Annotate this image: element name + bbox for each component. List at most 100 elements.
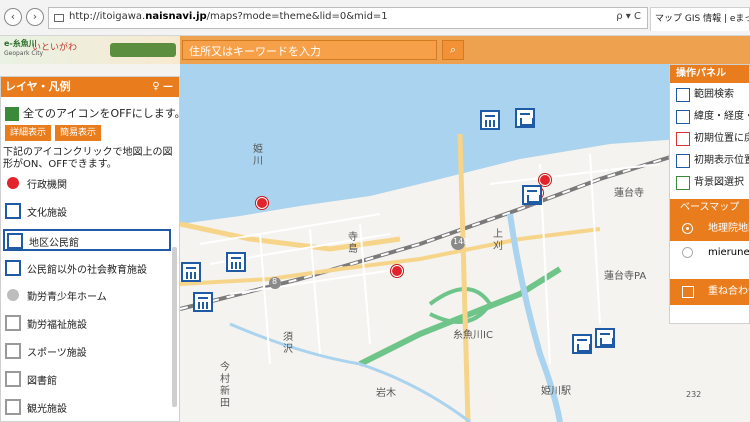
gray-dot-icon [7, 289, 19, 301]
map-marker-culture[interactable] [572, 334, 592, 354]
layer-item-welfare[interactable]: 勤労福祉施設 [3, 313, 171, 335]
operation-panel-title: 操作パネル [670, 65, 749, 83]
back-button[interactable]: ‹ [4, 8, 22, 26]
layer-label: 図書館 [27, 376, 57, 387]
layer-item-youth-home[interactable]: 勤労青少年ホーム [3, 285, 171, 307]
overlay-toggle[interactable]: 重ね合わせ [670, 279, 749, 305]
map-marker-culture[interactable] [522, 185, 542, 205]
all-off-label: 全てのアイコンをOFFにします。 [23, 107, 180, 120]
basemap-option-gsi[interactable]: 地理院地図 [670, 217, 749, 241]
layer-item-sports[interactable]: スポーツ施設 [3, 341, 171, 363]
return-home-button[interactable]: 初期位置に戻 [670, 129, 749, 149]
item-label: 初期表示位置 [694, 155, 750, 166]
map-label-himekawa-station: 姫川駅 [541, 386, 571, 397]
map-label-imamura-shinden: 今村新田 [220, 362, 230, 409]
background-select-button[interactable]: 背景図選択 [670, 173, 749, 193]
basemap-option-mierune[interactable]: mierune地 [670, 241, 749, 265]
browser-toolbar: ‹ › http://itoigawa.naisnavi.jp/maps?mod… [0, 0, 750, 36]
map-label-iwaki: 岩木 [376, 388, 396, 399]
welfare-icon [5, 315, 21, 331]
layer-item-hall[interactable]: 地区公民館 [3, 229, 171, 251]
map-label-route-148: 148 [453, 237, 469, 246]
map-marker-hall[interactable] [226, 252, 246, 272]
layer-label: 観光施設 [27, 404, 67, 415]
simple-view-button[interactable]: 簡易表示 [55, 125, 102, 141]
app-root: ‹ › http://itoigawa.naisnavi.jp/maps?mod… [0, 0, 750, 422]
legend-scrollbar[interactable] [172, 247, 177, 407]
item-label: 初期位置に戻 [694, 133, 750, 144]
map-marker-gov[interactable] [391, 265, 403, 277]
layer-label: 文化施設 [27, 208, 67, 219]
home-icon [676, 154, 690, 168]
map-marker-hall[interactable] [480, 110, 500, 130]
layer-panel-title-text: レイヤ・凡例 [5, 80, 71, 93]
train-illustration [110, 43, 176, 57]
address-url: http://itoigawa.naisnavi.jp/maps?mode=th… [69, 11, 388, 22]
search-icon [676, 88, 690, 102]
basemap-title: ベースマップ [670, 199, 749, 217]
site-logo[interactable]: e-糸魚川 Geopark City いといがわ [0, 36, 180, 64]
logo-title: いといがわ [32, 43, 78, 53]
sports-icon [5, 343, 21, 359]
overlay-label: 重ね合わせ [708, 286, 749, 297]
map-label-kamikari: 上刈 [493, 229, 503, 252]
layer-item-library[interactable]: 図書館 [3, 369, 171, 391]
layer-label: スポーツ施設 [27, 348, 87, 359]
landscape-icon [676, 176, 690, 190]
layer-label: 地区公民館 [29, 238, 79, 249]
layer-label: 勤労福祉施設 [27, 320, 87, 331]
search-placeholder: 住所又はキーワードを入力 [189, 45, 321, 58]
map-label-route-8: 8 [272, 277, 278, 286]
layer-item-education[interactable]: 公民館以外の社会教育施設 [3, 258, 171, 280]
latlng-button[interactable]: 緯度・経度・ [670, 107, 749, 127]
checkbox-icon [682, 286, 694, 298]
panel-controls[interactable]: ♀ — [152, 77, 173, 97]
map-icon [5, 107, 19, 121]
layer-item-sightseeing[interactable]: 観光施設 [3, 397, 171, 419]
layer-label: 公民館以外の社会教育施設 [27, 265, 147, 276]
search-input[interactable]: 住所又はキーワードを入力 [182, 40, 437, 60]
map-marker-culture[interactable] [595, 328, 615, 348]
page-icon [54, 14, 64, 22]
search-icon: ⌕ [449, 43, 457, 56]
browser-tab[interactable]: マップ GIS 情報 | eまっぷ [650, 7, 750, 31]
layer-item-culture[interactable]: 文化施設 [3, 201, 171, 223]
map-label-rendaiji-pa: 蓮台寺PA [604, 271, 647, 282]
item-label: 緯度・経度・ [694, 111, 750, 122]
map-marker-hall[interactable] [193, 292, 213, 312]
hall-icon [7, 233, 23, 249]
forward-button[interactable]: › [26, 8, 44, 26]
map-label-susawa: 須沢 [283, 332, 293, 355]
layer-description: 下記のアイコンクリックで地図上の図形がON、OFFできます。 [3, 147, 173, 170]
map-label-terashima: 寺島 [348, 232, 358, 255]
radio-icon [682, 247, 693, 258]
operation-panel: 操作パネル 範囲検索 緯度・経度・ 初期位置に戻 初期表示位置 背景図選択 ベー… [669, 64, 750, 324]
range-search-button[interactable]: 範囲検索 [670, 85, 749, 105]
map-label-rendaiji: 蓮台寺 [614, 188, 644, 199]
layer-legend-panel: レイヤ・凡例 ♀ — 全てのアイコンをOFFにします。 詳細表示 簡易表示 下記… [0, 76, 180, 422]
map-label-himekawa: 姫川 [253, 144, 263, 167]
building-icon [5, 260, 21, 276]
item-label: 背景図選択 [694, 177, 744, 188]
map-marker-gov[interactable] [256, 197, 268, 209]
home-icon [676, 132, 690, 146]
layer-panel-title: レイヤ・凡例 ♀ — [1, 77, 179, 97]
radio-icon [682, 223, 693, 234]
initial-position-button[interactable]: 初期表示位置 [670, 151, 749, 171]
address-bar[interactable]: http://itoigawa.naisnavi.jp/maps?mode=th… [48, 7, 648, 29]
option-label: mierune地 [708, 247, 750, 258]
red-dot-icon [7, 177, 19, 189]
detail-view-button[interactable]: 詳細表示 [5, 125, 52, 141]
map-label-elevation: 232 [686, 390, 702, 399]
layer-label: 行政機関 [27, 180, 67, 191]
sightseeing-icon [5, 399, 21, 415]
layer-item-gov[interactable]: 行政機関 [3, 173, 171, 195]
compass-icon [676, 110, 690, 124]
map-marker-culture[interactable] [515, 108, 535, 128]
map-label-itoigawa-ic: 糸魚川IC [453, 330, 493, 341]
map-marker-hall[interactable] [181, 262, 201, 282]
all-icons-off[interactable]: 全てのアイコンをOFFにします。 [5, 105, 180, 121]
site-header: e-糸魚川 Geopark City いといがわ 住所又はキーワードを入力 ⌕ [0, 36, 750, 64]
search-button[interactable]: ⌕ [442, 40, 464, 60]
address-tools[interactable]: ρ ▾ C [616, 11, 641, 22]
